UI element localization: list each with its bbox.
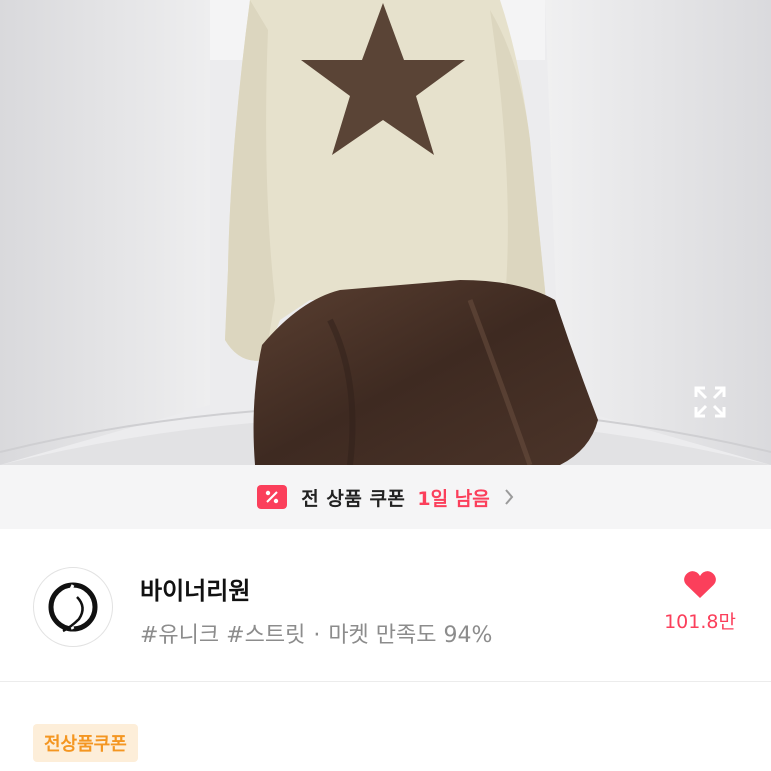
heart-icon <box>684 571 716 598</box>
store-logo[interactable] <box>33 567 113 647</box>
coupon-tag: 전상품쿠폰 <box>33 724 138 762</box>
market-satisfaction: 마켓 만족도 94% <box>328 623 493 648</box>
store-info: 바이너리원 #유니크 #스트릿 · 마켓 만족도 94% 101.8만 <box>0 529 771 682</box>
expand-icon <box>694 386 726 418</box>
chevron-right-icon <box>504 488 514 506</box>
store-tags: #유니크 #스트릿 · 마켓 만족도 94% <box>140 617 492 649</box>
store-logo-icon <box>48 582 98 633</box>
product-photo <box>0 0 771 465</box>
coupon-banner[interactable]: 전 상품 쿠폰 1일 남음 <box>0 465 771 529</box>
like-button[interactable]: 101.8만 <box>650 569 750 649</box>
percent-coupon-icon <box>257 485 288 509</box>
store-tag-street[interactable]: #스트릿 <box>226 623 305 648</box>
like-count: 101.8만 <box>664 611 736 633</box>
product-image[interactable] <box>0 0 771 465</box>
tag-separator: · <box>313 623 321 648</box>
store-name[interactable]: 바이너리원 <box>140 571 250 606</box>
expand-image-button[interactable] <box>692 384 738 430</box>
store-tag-unique[interactable]: #유니크 <box>140 623 219 648</box>
coupon-banner-text: 전 상품 쿠폰 <box>301 487 406 510</box>
coupon-days-left: 1일 남음 <box>417 487 490 510</box>
